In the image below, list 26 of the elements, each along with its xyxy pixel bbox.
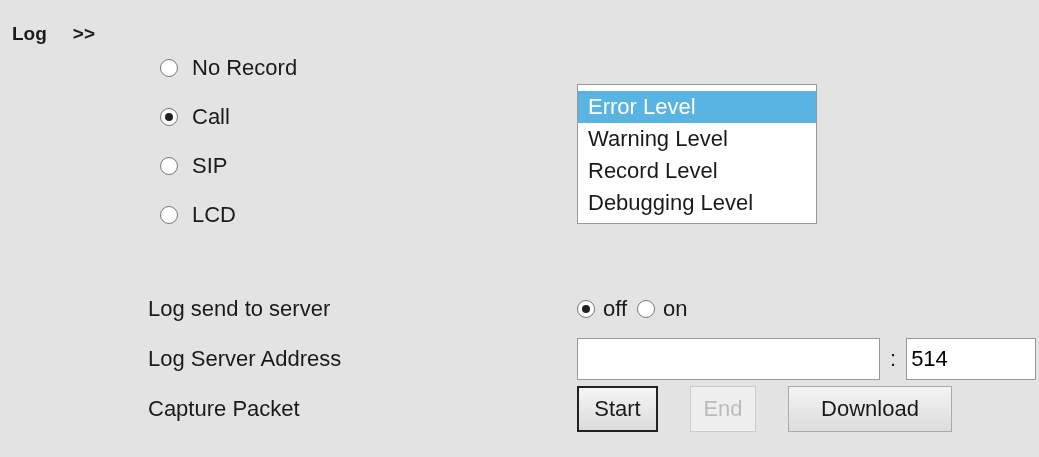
radio-label: No Record [192,54,298,81]
list-option[interactable]: Warning Level [578,123,816,155]
port-field[interactable]: 514 [906,338,1037,380]
field-label: Log send to server [148,296,332,322]
radio-button[interactable] [160,205,178,224]
field-label: Log Server Address [148,346,343,372]
list-option[interactable]: Debugging Level [578,187,816,219]
address-field[interactable] [577,338,880,380]
radio-button[interactable] [160,58,178,77]
expand-toggle[interactable]: >> [72,23,96,45]
section-title: Log [12,23,47,45]
field-label: Capture Packet [148,396,301,422]
port-separator: : [890,346,897,372]
radio-label: SIP [192,152,228,179]
radio-button[interactable] [577,300,595,318]
radio-button[interactable] [160,107,178,126]
level-listbox[interactable]: Error Level Warning Level Record Level Debugging Level [577,84,817,224]
radio-label: off [603,296,628,322]
list-option[interactable]: Record Level [578,155,816,187]
radio-button[interactable] [637,300,656,318]
radio-label: on [663,296,688,322]
radio-button[interactable] [160,156,178,175]
radio-label: LCD [192,201,236,228]
capture-button[interactable]: Download [788,386,952,432]
capture-button[interactable]: Start [577,386,658,432]
radio-label: Call [192,103,230,130]
